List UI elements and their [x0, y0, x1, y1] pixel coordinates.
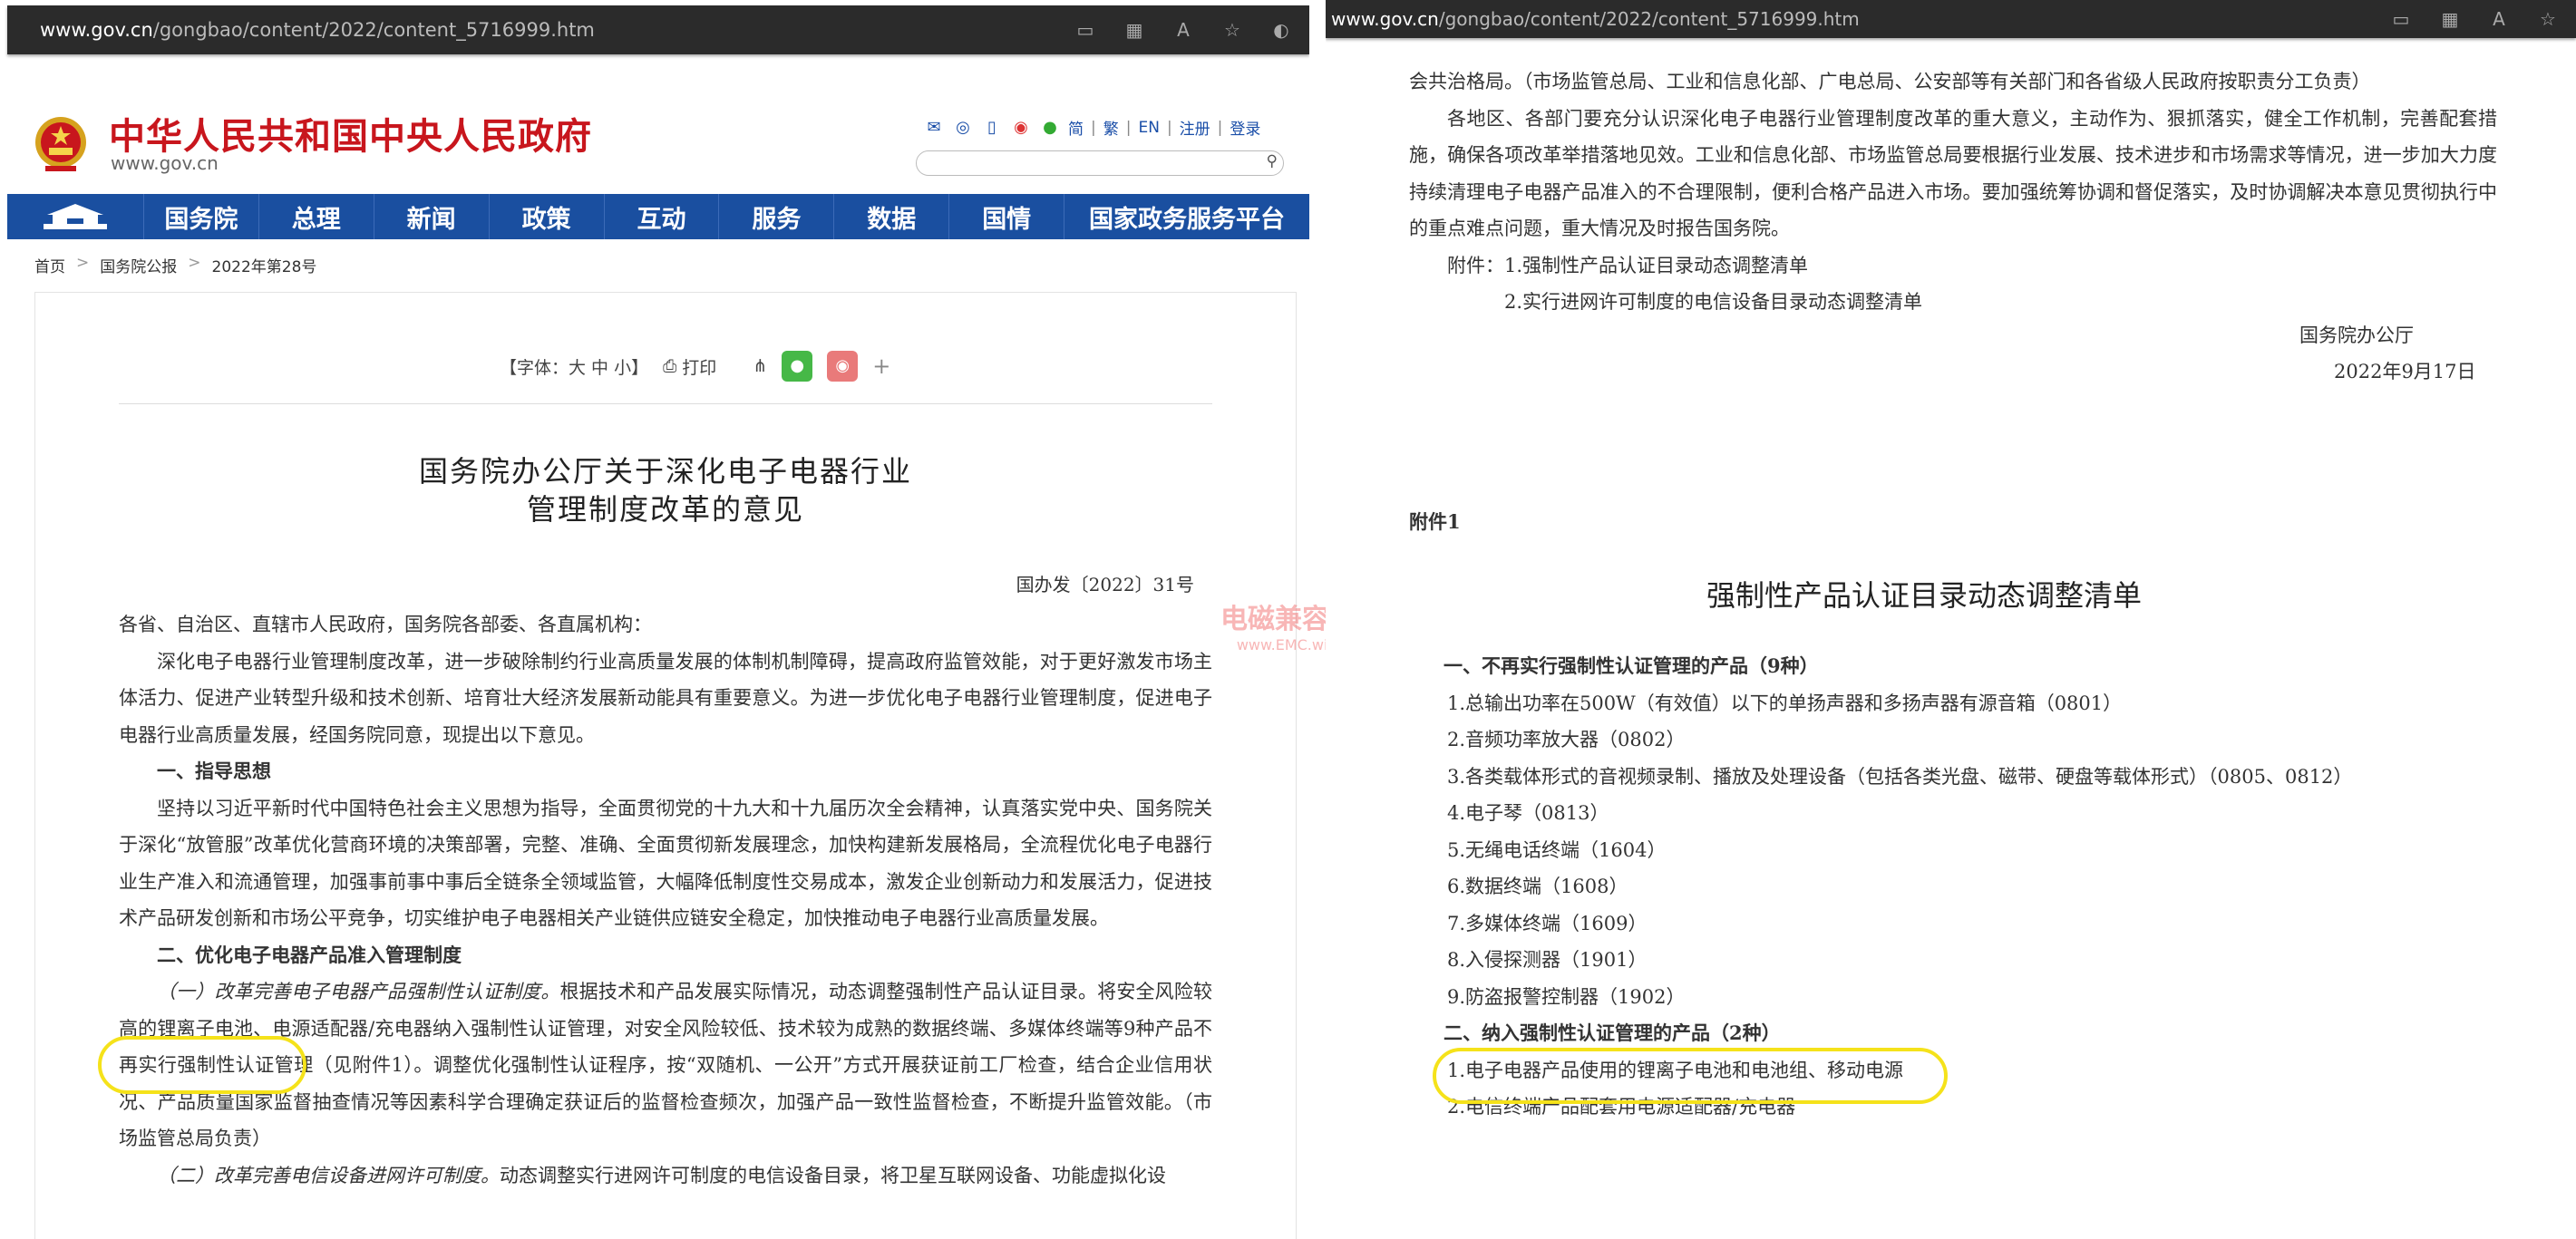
signature-date: 2022年9月17日: [2334, 361, 2476, 382]
link-register[interactable]: 注册: [1180, 116, 1210, 139]
annex-title: 强制性产品认证目录动态调整清单: [1706, 578, 2142, 613]
attachment-1[interactable]: 附件：1.强制性产品认证目录动态调整清单: [1409, 247, 2497, 285]
link-english[interactable]: EN: [1138, 119, 1159, 137]
url-path-right: /gongbao/content/2022/content_5716999.ht…: [1438, 8, 1860, 30]
rss-icon[interactable]: ◎: [952, 118, 974, 138]
nav-item-service[interactable]: 服务: [719, 194, 835, 239]
read-aloud-icon[interactable]: A: [2487, 8, 2511, 30]
font-size-tool[interactable]: 【字体：大 中 小】: [500, 354, 648, 379]
breadcrumb-home[interactable]: 首页: [34, 254, 65, 276]
list-item: 6.数据终端（1608）: [1447, 876, 1628, 897]
mobile-icon[interactable]: ▯: [981, 118, 1003, 138]
paragraph-implementation: 各地区、各部门要充分认识深化电子电器行业管理制度改革的重大意义，主动作为、狠抓落…: [1409, 107, 2497, 240]
nav-item-data[interactable]: 数据: [834, 194, 950, 239]
paragraph-addressee: 各省、自治区、直辖市人民政府，国务院各部委、各直属机构：: [119, 614, 652, 635]
site-search-input[interactable]: ⚲: [916, 150, 1284, 176]
right-browser-pane: 态、事中事后监管等联动，便利公众享受同质同价的服务，营造公平竞争的市场环境，推动…: [1326, 0, 2576, 1239]
wechat-icon[interactable]: ●: [1039, 118, 1061, 138]
weibo-icon[interactable]: ◉: [1010, 118, 1032, 138]
nav-item-national-info[interactable]: 国情: [949, 194, 1065, 239]
paragraph-cogovernance: 会共治格局。（市场监管总局、工业和信息化部、广电总局、公安部等有关部门和各省级人…: [1409, 71, 2371, 92]
left-browser-pane: www.gov.cn/gongbao/content/2022/content_…: [0, 0, 1309, 1239]
nav-item-state-council[interactable]: 国务院: [144, 194, 259, 239]
divider: [119, 403, 1212, 404]
add-favorite-icon[interactable]: ☆: [1220, 19, 1244, 41]
right-body: 会共治格局。（市场监管总局、工业和信息化部、广电总局、公安部等有关部门和各省级人…: [1409, 63, 2497, 321]
article-tools: 【字体：大 中 小】 ⎙ 打印 ⋔ ● ◉ +: [500, 351, 890, 382]
site-url: www.gov.cn: [111, 152, 219, 174]
print-link[interactable]: 打印: [682, 354, 716, 379]
url-text-right[interactable]: www.gov.cn/gongbao/content/2022/content_…: [1326, 8, 2389, 30]
chevron-right-icon: >: [76, 254, 90, 272]
highlight-circle-lithium-battery-item: [1433, 1048, 1948, 1104]
section-removed-products: 一、不再实行强制性认证管理的产品（9种）: [1444, 654, 1819, 677]
link-login[interactable]: 登录: [1230, 116, 1260, 139]
address-bar-right[interactable]: www.gov.cn/gongbao/content/2022/content_…: [1326, 0, 2576, 38]
text-network: 动态调整实行进网许可制度的电信设备目录，将卫星互联网设备、功能虚拟化设: [500, 1164, 1166, 1186]
nav-item-interaction[interactable]: 互动: [605, 194, 720, 239]
list-item: 5.无绳电话终端（1604）: [1447, 838, 1667, 861]
article-container: 【字体：大 中 小】 ⎙ 打印 ⋔ ● ◉ + 国务院办公厅关于深化电子电器行业…: [34, 292, 1297, 1239]
wechat-share-icon[interactable]: ●: [782, 351, 813, 382]
printer-icon[interactable]: ⎙: [663, 356, 676, 376]
article-body: 各省、自治区、直辖市人民政府，国务院各部委、各直属机构： 深化电子电器行业管理制…: [119, 606, 1212, 1194]
link-simplified[interactable]: 简: [1068, 116, 1084, 139]
doc-title-line-1: 国务院办公厅关于深化电子电器行业: [418, 454, 912, 489]
split-screen-icon[interactable]: ◐: [1269, 19, 1293, 41]
list-item: 8.入侵探测器（1901）: [1447, 949, 1648, 971]
list-item: 7.多媒体终端（1609）: [1447, 912, 1648, 934]
url-path: /gongbao/content/2022/content_5716999.ht…: [152, 19, 595, 41]
list-item: 4.电子琴（0813）: [1447, 802, 1609, 824]
reading-view-icon[interactable]: ▭: [1074, 19, 1097, 41]
doc-title-line-2: 管理制度改革的意见: [526, 492, 804, 527]
breadcrumb-issue[interactable]: 2022年第28号: [212, 254, 317, 276]
reading-view-icon[interactable]: ▭: [2389, 8, 2413, 30]
breadcrumb-gazette[interactable]: 国务院公报: [100, 254, 177, 276]
nav-item-policy[interactable]: 政策: [490, 194, 605, 239]
section-added-products: 二、纳入强制性认证管理的产品（2种）: [1444, 1021, 1781, 1044]
top-links: ✉ ◎ ▯ ◉ ● 简 | 繁 | EN | 注册 | 登录: [923, 116, 1260, 140]
more-share-button[interactable]: +: [872, 353, 890, 379]
highlight-circle-lithium: [98, 1036, 306, 1094]
url-domain: www.gov.cn: [40, 19, 153, 41]
address-bar[interactable]: www.gov.cn/gongbao/content/2022/content_…: [7, 5, 1309, 54]
list-item: 1.总输出功率在500W（有效值）以下的单扬声器和多扬声器有源音箱（0801）: [1447, 692, 2123, 714]
add-favorite-icon[interactable]: ☆: [2536, 8, 2560, 30]
apps-icon[interactable]: ▦: [2438, 8, 2462, 30]
heading-guiding-ideology: 一、指导思想: [157, 760, 271, 782]
breadcrumb: 首页 > 国务院公报 > 2022年第28号: [34, 254, 316, 276]
national-emblem-icon: [35, 117, 86, 171]
subheading-ccc: （一）改革完善电子电器产品强制性认证制度。: [157, 981, 560, 1002]
signature-org: 国务院办公厅: [2299, 324, 2414, 346]
weibo-share-icon[interactable]: ◉: [827, 351, 859, 382]
nav-home[interactable]: [7, 194, 144, 239]
mail-icon[interactable]: ✉: [923, 118, 945, 138]
paragraph-guiding-ideology: 坚持以习近平新时代中国特色社会主义思想为指导，全面贯彻党的十九大和十九届历次全会…: [119, 797, 1212, 930]
doc-number: 国办发〔2022〕31号: [1016, 574, 1194, 595]
list-item: 9.防盗报警控制器（1902）: [1447, 985, 1686, 1008]
url-text[interactable]: www.gov.cn/gongbao/content/2022/content_…: [7, 19, 1074, 41]
link-traditional[interactable]: 繁: [1103, 116, 1119, 139]
paragraph-network-license: （二）改革完善电信设备进网许可制度。动态调整实行进网许可制度的电信设备目录，将卫…: [119, 1157, 1212, 1195]
subheading-network: （二）改革完善电信设备进网许可制度。: [157, 1164, 500, 1186]
paragraph-intro: 深化电子电器行业管理制度改革，进一步破除制约行业高质量发展的体制机制障碍，提高政…: [119, 650, 1212, 746]
share-icon[interactable]: ⋔: [753, 356, 767, 376]
nav-item-news[interactable]: 新闻: [374, 194, 490, 239]
tiananmen-icon: [43, 204, 107, 229]
list-item: 3.各类载体形式的音视频录制、播放及处理设备（包括各类光盘、磁带、硬盘等载体形式…: [1447, 765, 2353, 788]
read-aloud-icon[interactable]: A: [1171, 19, 1195, 41]
nav-item-service-platform[interactable]: 国家政务服务平台: [1064, 194, 1309, 239]
attachment-2[interactable]: 2.实行进网许可制度的电信设备目录动态调整清单: [1409, 284, 2497, 321]
search-icon[interactable]: ⚲: [1267, 152, 1278, 170]
nav-item-premier[interactable]: 总理: [259, 194, 374, 239]
url-domain-right: www.gov.cn: [1331, 8, 1439, 30]
main-nav: 国务院 总理 新闻 政策 互动 服务 数据 国情 国家政务服务平台: [7, 194, 1309, 239]
apps-icon[interactable]: ▦: [1123, 19, 1146, 41]
list-item: 2.音频功率放大器（0802）: [1447, 729, 1686, 750]
annex-label: 附件1: [1409, 510, 1461, 533]
heading-section-2: 二、优化电子电器产品准入管理制度: [157, 943, 462, 966]
chevron-right-icon: >: [188, 254, 201, 272]
